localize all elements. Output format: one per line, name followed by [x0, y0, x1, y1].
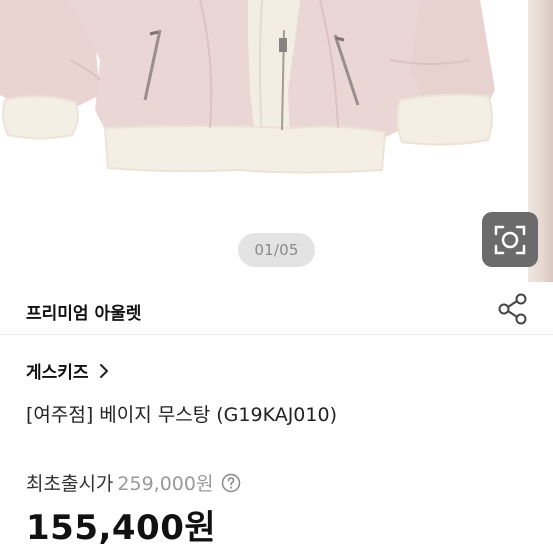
share-icon[interactable]	[497, 292, 529, 326]
store-name: 프리미엄 아울렛	[26, 304, 142, 324]
store-row: 프리미엄 아울렛	[0, 290, 553, 330]
chevron-right-icon	[99, 363, 108, 378]
original-price: 259,000원	[117, 473, 214, 495]
product-title: [여주점] 베이지 무스탕 (G19KAJ010)	[26, 404, 337, 426]
brand-link[interactable]: 게스키즈	[26, 358, 109, 383]
camera-lens-icon	[494, 225, 526, 254]
sale-price: 155,400원	[26, 508, 217, 548]
brand-name: 게스키즈	[26, 363, 89, 383]
page-indicator: 01/05	[238, 233, 315, 267]
section-divider	[0, 334, 553, 335]
camera-lens-button[interactable]	[482, 212, 538, 267]
question-circle-icon[interactable]	[221, 473, 241, 493]
original-price-label: 최초출시가	[26, 473, 114, 495]
product-image-gallery[interactable]: 01/05	[0, 0, 553, 290]
original-price-row: 최초출시가 259,000원	[26, 469, 241, 496]
